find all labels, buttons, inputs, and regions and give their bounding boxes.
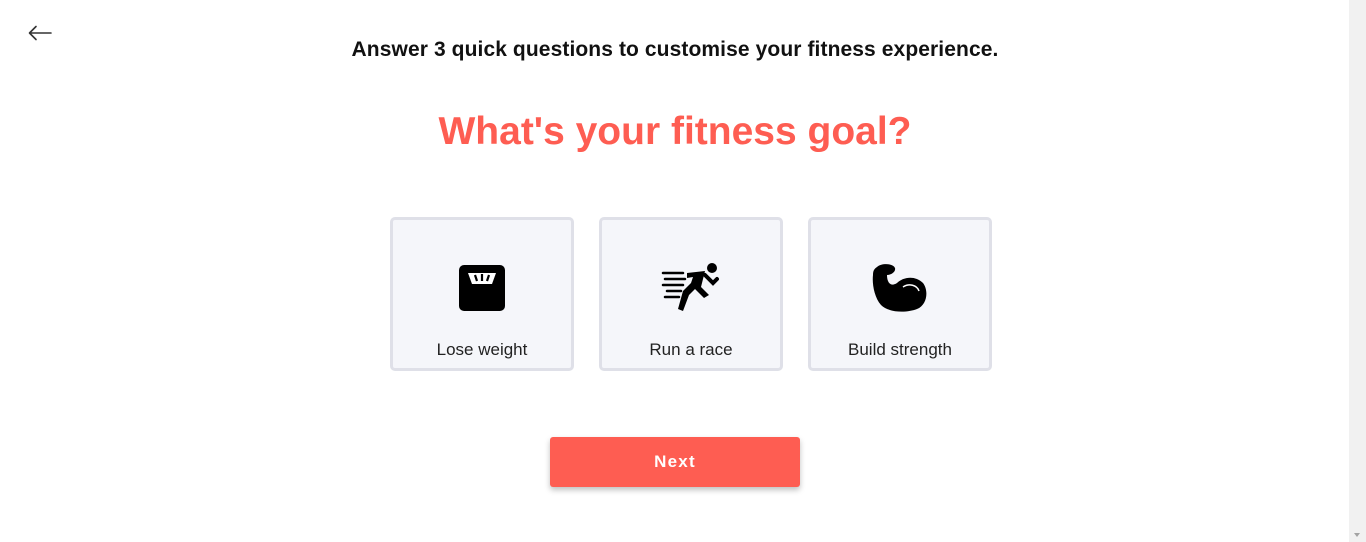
option-label: Lose weight: [436, 340, 528, 359]
option-lose-weight[interactable]: Lose weight: [390, 217, 574, 371]
option-label: Build strength: [848, 340, 952, 359]
option-label: Run a race: [649, 340, 733, 359]
option-run-a-race[interactable]: Run a race: [599, 217, 783, 371]
runner-icon: [661, 258, 721, 318]
goal-options: Lose weight Run a race Build strength: [390, 217, 992, 371]
next-button[interactable]: Next: [550, 437, 800, 487]
scroll-down-icon[interactable]: [1354, 533, 1360, 537]
intro-subtitle: Answer 3 quick questions to customise yo…: [351, 38, 999, 61]
scale-icon: [452, 258, 512, 318]
question-title: What's your fitness goal?: [438, 110, 912, 153]
option-build-strength[interactable]: Build strength: [808, 217, 992, 371]
page-scrollbar[interactable]: [1349, 0, 1366, 542]
flexed-arm-icon: [870, 258, 930, 318]
